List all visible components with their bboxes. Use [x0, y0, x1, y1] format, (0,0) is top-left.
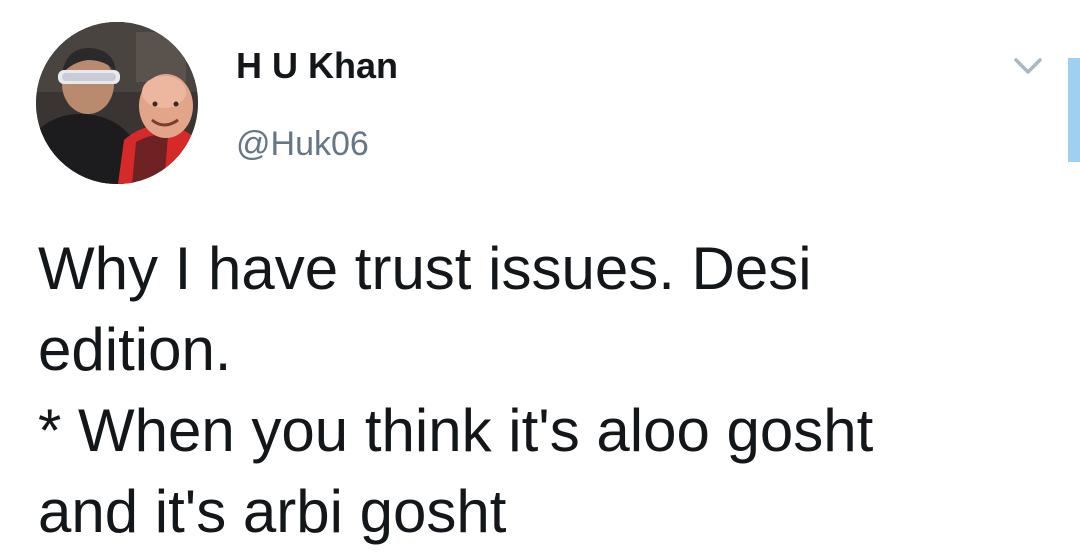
author-display-name[interactable]: H U Khan [236, 44, 398, 88]
profile-photo-icon [36, 22, 198, 184]
chevron-down-icon[interactable] [1008, 52, 1048, 80]
tweet-text: Why I have trust issues. Desi edition. *… [38, 235, 874, 545]
author-handle[interactable]: @Huk06 [236, 122, 369, 166]
avatar[interactable] [36, 22, 198, 184]
tweet-card: H U Khan @Huk06 Why I have trust issues.… [0, 0, 1080, 560]
scroll-indicator [1068, 58, 1080, 162]
